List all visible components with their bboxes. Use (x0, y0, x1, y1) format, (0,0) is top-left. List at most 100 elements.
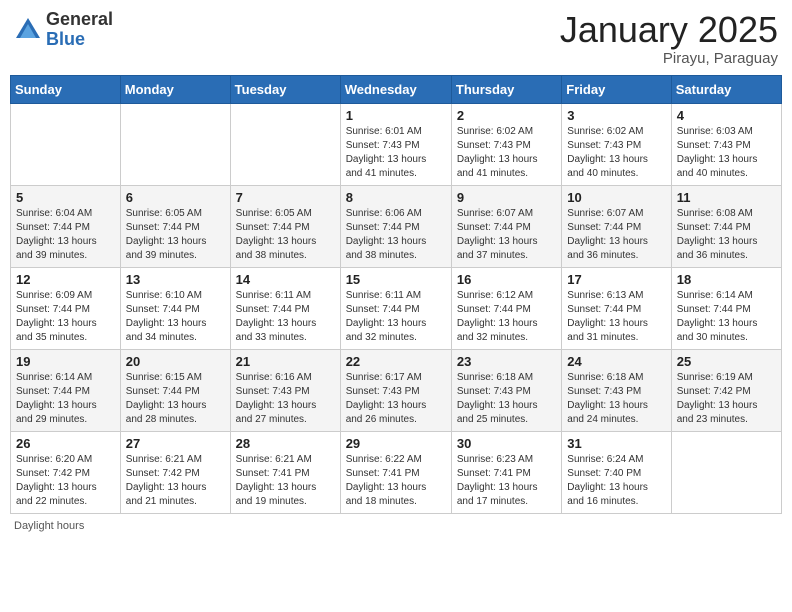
calendar-cell: 25 Sunrise: 6:19 AM Sunset: 7:42 PM Dayli… (671, 349, 781, 431)
day-number: 10 (567, 190, 665, 205)
calendar-dow-thursday: Thursday (451, 75, 561, 103)
calendar-cell: 13Sunrise: 6:10 AM Sunset: 7:44 PM Dayli… (120, 267, 230, 349)
day-number: 14 (236, 272, 335, 287)
calendar-header-row: SundayMondayTuesdayWednesdayThursdayFrid… (11, 75, 782, 103)
month-title: January 2025 (560, 10, 778, 50)
day-info: Sunrise: 6:14 AM Sunset: 7:44 PM Dayligh… (16, 371, 115, 427)
day-number: 8 (346, 190, 446, 205)
day-info: Sunrise: 6:14 AM Sunset: 7:44 PM Dayligh… (677, 289, 776, 345)
day-info: Sunrise: 6:12 AM Sunset: 7:44 PM Dayligh… (457, 289, 556, 345)
calendar-cell: 5Sunrise: 6:04 AM Sunset: 7:44 PM Daylig… (11, 185, 121, 267)
calendar-cell: 10 Sunrise: 6:07 AM Sunset: 7:44 PM Dayli… (562, 185, 671, 267)
day-info: Sunrise: 6:24 AM Sunset: 7:40 PM Dayligh… (567, 453, 665, 509)
page-header: General Blue January 2025 Pirayu, Paragu… (10, 10, 782, 67)
day-info: Sunrise: 6:02 AM Sunset: 7:43 PM Dayligh… (457, 125, 556, 181)
day-info: Sunrise: 6:09 AM Sunset: 7:44 PM Dayligh… (16, 289, 115, 345)
day-number: 29 (346, 436, 446, 451)
day-info: Sunrise: 6:18 AM Sunset: 7:43 PM Dayligh… (457, 371, 556, 427)
calendar-cell: 27 Sunrise: 6:21 AM Sunset: 7:42 PM Dayli… (120, 431, 230, 513)
day-number: 26 (16, 436, 115, 451)
calendar-cell: 18 Sunrise: 6:14 AM Sunset: 7:44 PM Dayli… (671, 267, 781, 349)
day-number: 3 (567, 108, 665, 123)
day-info: Sunrise: 6:11 AM Sunset: 7:44 PM Dayligh… (236, 289, 335, 345)
calendar-cell: 17Sunrise: 6:13 AM Sunset: 7:44 PM Dayli… (562, 267, 671, 349)
calendar-cell: 7 Sunrise: 6:05 AM Sunset: 7:44 PM Daylig… (230, 185, 340, 267)
day-info: Sunrise: 6:02 AM Sunset: 7:43 PM Dayligh… (567, 125, 665, 181)
day-info: Sunrise: 6:05 AM Sunset: 7:44 PM Dayligh… (236, 207, 335, 263)
calendar-cell: 1Sunrise: 6:01 AM Sunset: 7:43 PM Daylig… (340, 103, 451, 185)
day-number: 7 (236, 190, 335, 205)
day-info: Sunrise: 6:21 AM Sunset: 7:42 PM Dayligh… (126, 453, 225, 509)
day-info: Sunrise: 6:17 AM Sunset: 7:43 PM Dayligh… (346, 371, 446, 427)
calendar-week-row: 26 Sunrise: 6:20 AM Sunset: 7:42 PM Dayli… (11, 431, 782, 513)
day-info: Sunrise: 6:16 AM Sunset: 7:43 PM Dayligh… (236, 371, 335, 427)
calendar-cell: 8Sunrise: 6:06 AM Sunset: 7:44 PM Daylig… (340, 185, 451, 267)
day-info: Sunrise: 6:22 AM Sunset: 7:41 PM Dayligh… (346, 453, 446, 509)
calendar-cell: 9 Sunrise: 6:07 AM Sunset: 7:44 PM Daylig… (451, 185, 561, 267)
calendar-cell (120, 103, 230, 185)
day-number: 19 (16, 354, 115, 369)
day-number: 24 (567, 354, 665, 369)
calendar-cell: 12 Sunrise: 6:09 AM Sunset: 7:44 PM Dayli… (11, 267, 121, 349)
calendar-cell: 6Sunrise: 6:05 AM Sunset: 7:44 PM Daylig… (120, 185, 230, 267)
calendar-week-row: 1Sunrise: 6:01 AM Sunset: 7:43 PM Daylig… (11, 103, 782, 185)
day-info: Sunrise: 6:07 AM Sunset: 7:44 PM Dayligh… (457, 207, 556, 263)
day-number: 5 (16, 190, 115, 205)
day-number: 31 (567, 436, 665, 451)
day-number: 30 (457, 436, 556, 451)
day-info: Sunrise: 6:03 AM Sunset: 7:43 PM Dayligh… (677, 125, 776, 181)
calendar-cell: 2 Sunrise: 6:02 AM Sunset: 7:43 PM Daylig… (451, 103, 561, 185)
logo-general-text: General (46, 10, 113, 30)
calendar-cell (11, 103, 121, 185)
day-info: Sunrise: 6:08 AM Sunset: 7:44 PM Dayligh… (677, 207, 776, 263)
calendar-cell: 16Sunrise: 6:12 AM Sunset: 7:44 PM Dayli… (451, 267, 561, 349)
day-info: Sunrise: 6:20 AM Sunset: 7:42 PM Dayligh… (16, 453, 115, 509)
calendar-dow-sunday: Sunday (11, 75, 121, 103)
day-info: Sunrise: 6:05 AM Sunset: 7:44 PM Dayligh… (126, 207, 225, 263)
calendar-cell: 31 Sunrise: 6:24 AM Sunset: 7:40 PM Dayli… (562, 431, 671, 513)
calendar-week-row: 19 Sunrise: 6:14 AM Sunset: 7:44 PM Dayli… (11, 349, 782, 431)
day-info: Sunrise: 6:15 AM Sunset: 7:44 PM Dayligh… (126, 371, 225, 427)
day-info: Sunrise: 6:23 AM Sunset: 7:41 PM Dayligh… (457, 453, 556, 509)
calendar-cell: 26 Sunrise: 6:20 AM Sunset: 7:42 PM Dayli… (11, 431, 121, 513)
calendar-dow-friday: Friday (562, 75, 671, 103)
day-number: 11 (677, 190, 776, 205)
day-info: Sunrise: 6:18 AM Sunset: 7:43 PM Dayligh… (567, 371, 665, 427)
day-number: 20 (126, 354, 225, 369)
calendar-cell: 20 Sunrise: 6:15 AM Sunset: 7:44 PM Dayli… (120, 349, 230, 431)
calendar-cell: 4 Sunrise: 6:03 AM Sunset: 7:43 PM Daylig… (671, 103, 781, 185)
day-info: Sunrise: 6:11 AM Sunset: 7:44 PM Dayligh… (346, 289, 446, 345)
day-number: 12 (16, 272, 115, 287)
calendar-cell: 30 Sunrise: 6:23 AM Sunset: 7:41 PM Dayli… (451, 431, 561, 513)
day-number: 23 (457, 354, 556, 369)
day-number: 2 (457, 108, 556, 123)
day-info: Sunrise: 6:19 AM Sunset: 7:42 PM Dayligh… (677, 371, 776, 427)
day-number: 9 (457, 190, 556, 205)
logo: General Blue (14, 10, 113, 50)
calendar-cell: 3 Sunrise: 6:02 AM Sunset: 7:43 PM Daylig… (562, 103, 671, 185)
calendar-cell: 11 Sunrise: 6:08 AM Sunset: 7:44 PM Dayli… (671, 185, 781, 267)
day-number: 4 (677, 108, 776, 123)
calendar-cell: 21Sunrise: 6:16 AM Sunset: 7:43 PM Dayli… (230, 349, 340, 431)
day-info: Sunrise: 6:01 AM Sunset: 7:43 PM Dayligh… (346, 125, 446, 181)
day-number: 15 (346, 272, 446, 287)
calendar-dow-tuesday: Tuesday (230, 75, 340, 103)
day-number: 22 (346, 354, 446, 369)
calendar-cell (671, 431, 781, 513)
calendar-table: SundayMondayTuesdayWednesdayThursdayFrid… (10, 75, 782, 514)
day-info: Sunrise: 6:21 AM Sunset: 7:41 PM Dayligh… (236, 453, 335, 509)
day-info: Sunrise: 6:13 AM Sunset: 7:44 PM Dayligh… (567, 289, 665, 345)
day-number: 27 (126, 436, 225, 451)
calendar-dow-saturday: Saturday (671, 75, 781, 103)
day-info: Sunrise: 6:07 AM Sunset: 7:44 PM Dayligh… (567, 207, 665, 263)
calendar-cell: 28Sunrise: 6:21 AM Sunset: 7:41 PM Dayli… (230, 431, 340, 513)
title-block: January 2025 Pirayu, Paraguay (560, 10, 778, 67)
day-info: Sunrise: 6:10 AM Sunset: 7:44 PM Dayligh… (126, 289, 225, 345)
calendar-cell: 24 Sunrise: 6:18 AM Sunset: 7:43 PM Dayli… (562, 349, 671, 431)
calendar-cell: 19 Sunrise: 6:14 AM Sunset: 7:44 PM Dayli… (11, 349, 121, 431)
location: Pirayu, Paraguay (560, 50, 778, 67)
day-number: 18 (677, 272, 776, 287)
calendar-cell: 29 Sunrise: 6:22 AM Sunset: 7:41 PM Dayli… (340, 431, 451, 513)
day-number: 25 (677, 354, 776, 369)
footer-note: Daylight hours (10, 520, 782, 532)
